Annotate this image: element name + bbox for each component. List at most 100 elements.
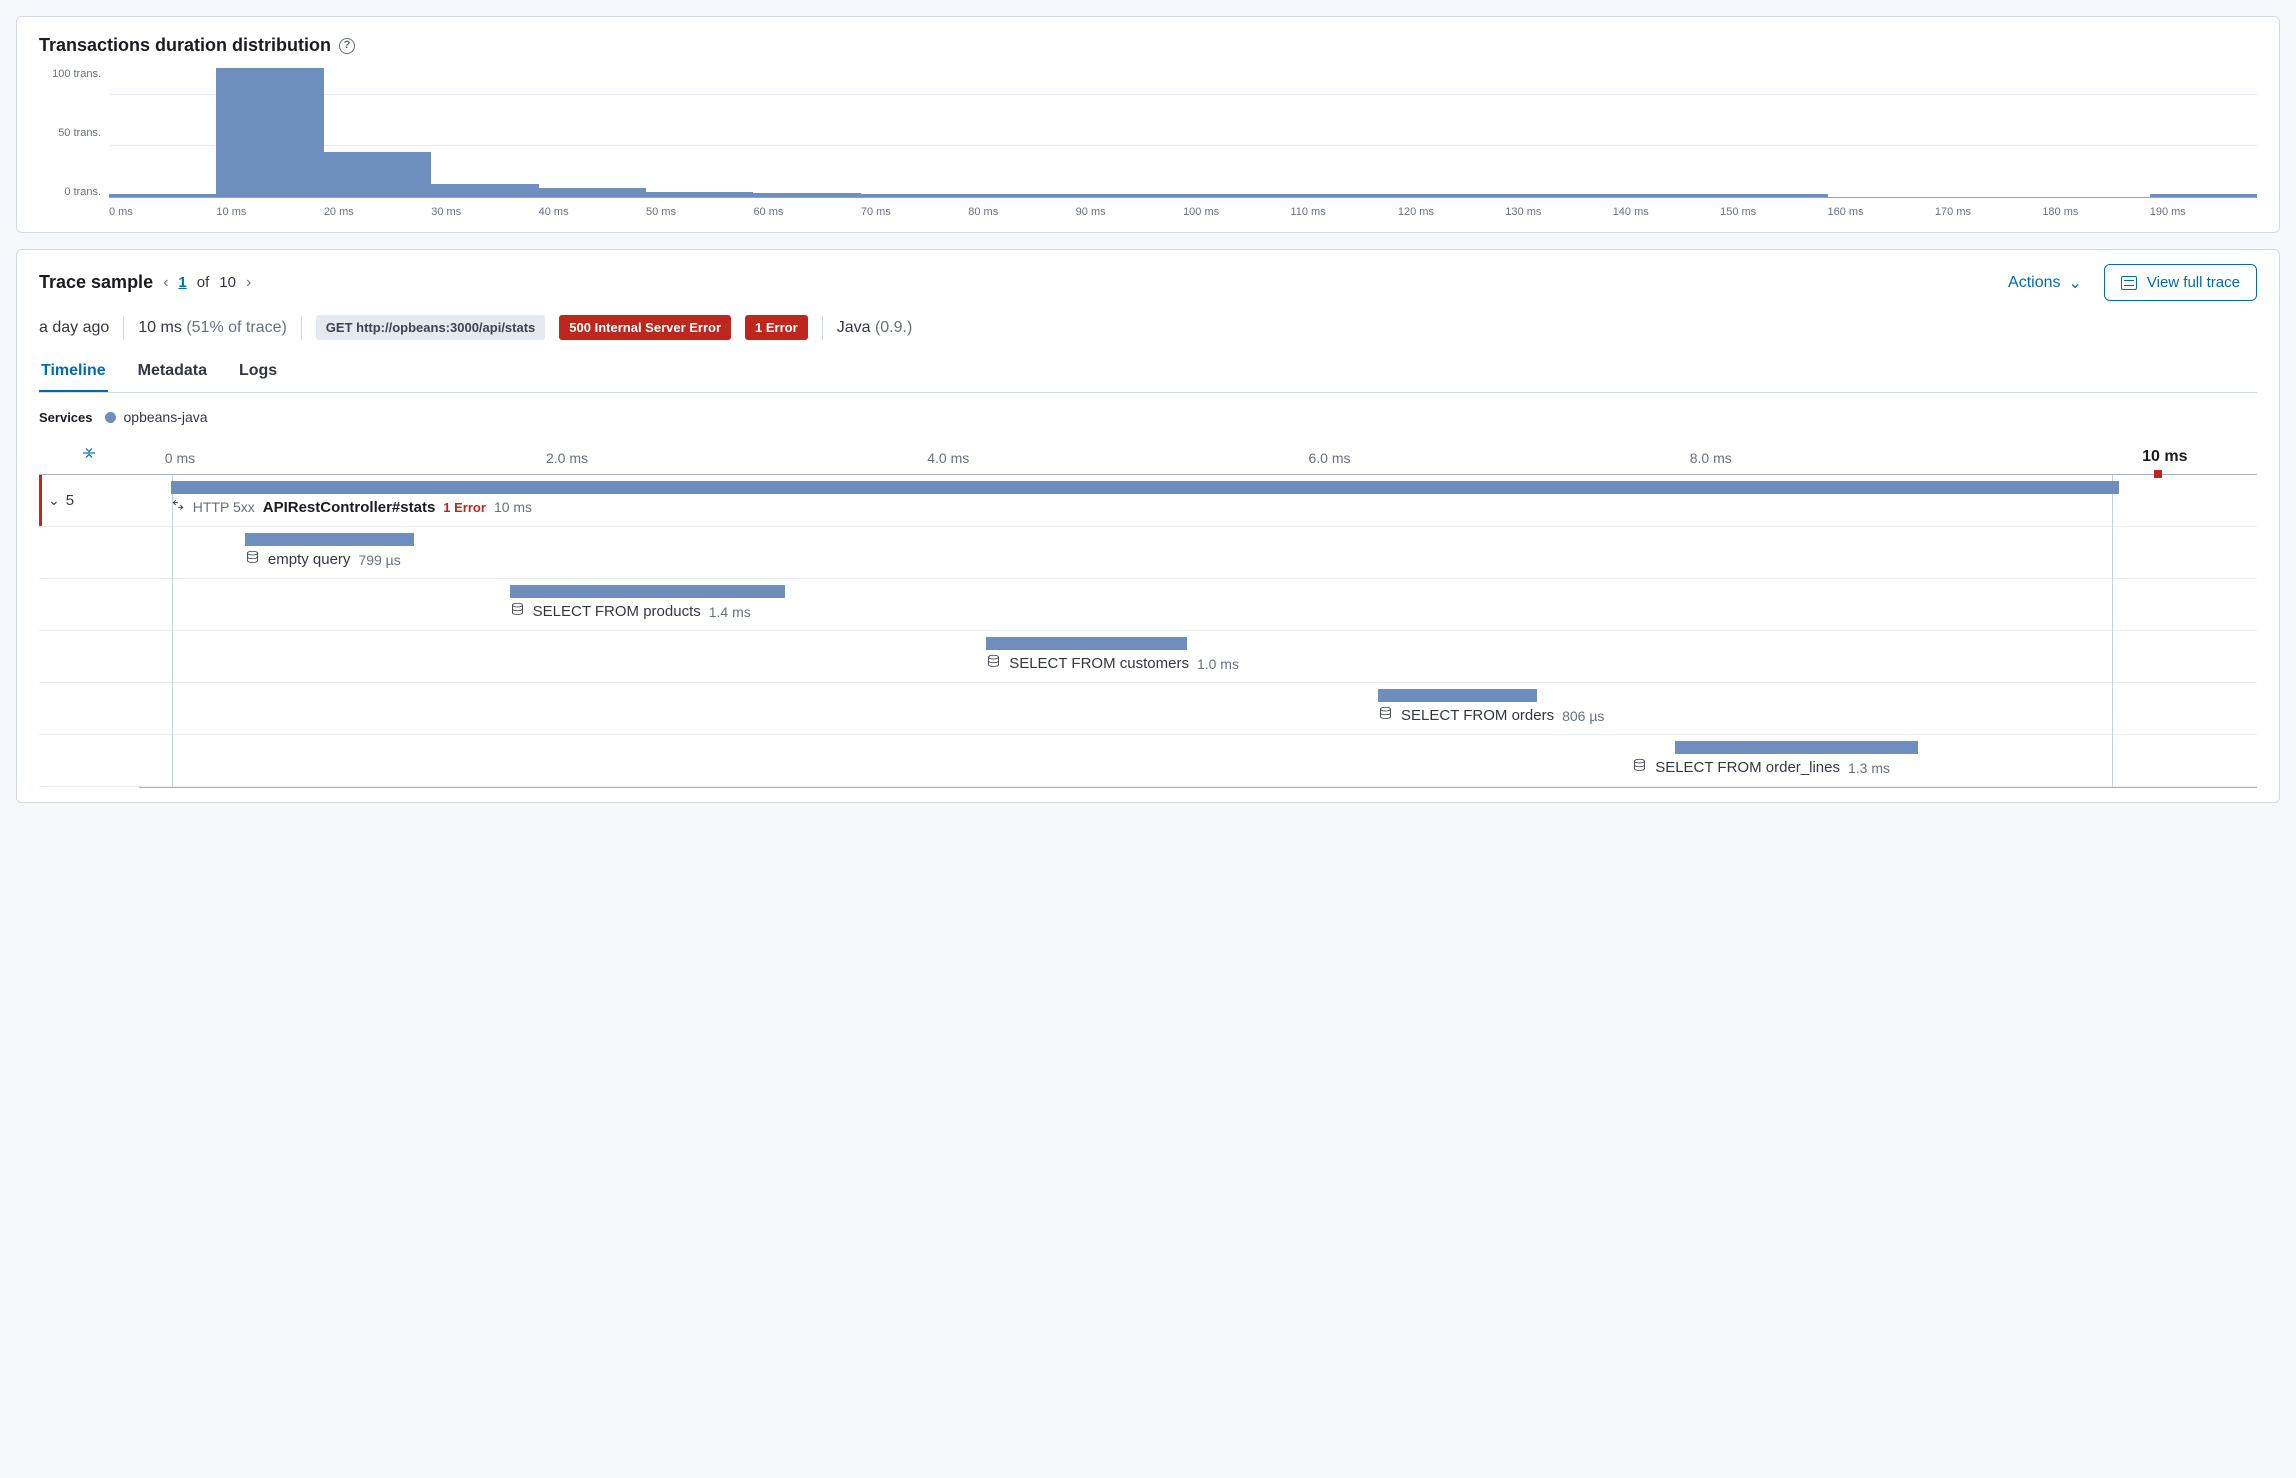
hist-bar-slot[interactable] xyxy=(753,68,860,197)
database-icon xyxy=(245,550,260,569)
view-full-trace-button[interactable]: View full trace xyxy=(2104,264,2257,301)
histogram-plot[interactable] xyxy=(109,68,2257,198)
span-gutter xyxy=(39,631,139,682)
span-bar xyxy=(986,637,1187,650)
actions-label: Actions xyxy=(2008,274,2060,292)
trace-sample-title: Trace sample xyxy=(39,272,153,293)
span-name: SELECT FROM order_lines xyxy=(1655,759,1840,776)
trace-duration-wrap: 10 ms (51% of trace) xyxy=(138,319,287,337)
collapse-all-icon xyxy=(80,444,98,465)
span-lane: SELECT FROM order_lines1.3 ms xyxy=(139,735,2257,786)
waterfall-total-tick: 10 ms xyxy=(2142,448,2187,466)
hist-bar xyxy=(646,192,753,197)
hist-bar-slot[interactable] xyxy=(109,68,216,197)
waterfall-root-row[interactable]: ⌄ 5 HTTP 5xx APIRestController#stats 1 E… xyxy=(39,475,2257,527)
hist-bar-slot[interactable] xyxy=(1183,68,1290,197)
waterfall-tick: 4.0 ms xyxy=(927,450,969,466)
span-gutter xyxy=(39,579,139,630)
hist-bar-slot[interactable] xyxy=(216,68,323,197)
waterfall-span-row[interactable]: empty query 799 µs xyxy=(39,527,2257,579)
service-color-dot xyxy=(105,412,116,423)
trace-duration: 10 ms xyxy=(138,319,182,336)
span-gutter xyxy=(39,527,139,578)
divider xyxy=(123,316,124,340)
database-icon xyxy=(1632,758,1647,777)
service-item[interactable]: opbeans-java xyxy=(105,409,208,425)
hist-x-tick: 180 ms xyxy=(2042,206,2149,218)
hist-bar xyxy=(1720,194,1827,197)
hist-x-tick: 140 ms xyxy=(1613,206,1720,218)
tab-logs[interactable]: Logs xyxy=(237,352,279,392)
trace-lang: Java xyxy=(837,319,871,336)
chevron-down-icon[interactable]: ⌄ xyxy=(48,492,60,509)
pager-current[interactable]: 1 xyxy=(178,274,186,291)
hist-bar-slot[interactable] xyxy=(1290,68,1397,197)
hist-bar-slot[interactable] xyxy=(324,68,431,197)
waterfall-tick: 6.0 ms xyxy=(1308,450,1350,466)
hist-bar-slot[interactable] xyxy=(2042,68,2149,197)
pager-next-icon[interactable]: › xyxy=(246,275,251,291)
transaction-icon xyxy=(171,498,185,516)
tab-metadata[interactable]: Metadata xyxy=(136,352,209,392)
span-label: SELECT FROM order_lines1.3 ms xyxy=(1632,758,2257,777)
hist-x-tick: 60 ms xyxy=(753,206,860,218)
trace-pct: (51% of trace) xyxy=(186,319,286,336)
hist-x-tick: 70 ms xyxy=(861,206,968,218)
span-label: empty query 799 µs xyxy=(245,550,2257,569)
hist-bar xyxy=(968,194,1075,197)
root-label: HTTP 5xx APIRestController#stats 1 Error… xyxy=(171,498,2257,516)
hist-bar xyxy=(1505,194,1612,197)
hist-bar xyxy=(1183,194,1290,197)
hist-bar-slot[interactable] xyxy=(431,68,538,197)
hist-bar xyxy=(861,194,968,197)
trace-lang-wrap: Java (0.9.) xyxy=(837,319,913,337)
hist-bar-slot[interactable] xyxy=(1720,68,1827,197)
actions-dropdown[interactable]: Actions ⌄ xyxy=(2008,273,2082,293)
hist-bar-slot[interactable] xyxy=(1505,68,1612,197)
waterfall-span-row[interactable]: SELECT FROM products1.4 ms xyxy=(39,579,2257,631)
hist-bar-slot[interactable] xyxy=(861,68,968,197)
services-label: Services xyxy=(39,410,93,425)
help-icon[interactable]: ? xyxy=(339,38,355,54)
trace-sample-header-left: Trace sample ‹ 1 of 10 › xyxy=(39,272,251,293)
hist-x-tick: 30 ms xyxy=(431,206,538,218)
hist-bar xyxy=(216,68,323,197)
span-name: empty query xyxy=(268,551,351,568)
hist-bar-slot[interactable] xyxy=(968,68,1075,197)
error-badge: 1 Error xyxy=(745,315,808,340)
histogram-title-row: Transactions duration distribution ? xyxy=(39,35,2257,56)
span-name: SELECT FROM orders xyxy=(1401,707,1554,724)
pager-prev-icon[interactable]: ‹ xyxy=(163,275,168,291)
hist-bar-slot[interactable] xyxy=(1828,68,1935,197)
waterfall-collapse-all[interactable] xyxy=(39,435,139,474)
hist-x-tick: 90 ms xyxy=(1076,206,1183,218)
hist-bar-slot[interactable] xyxy=(646,68,753,197)
waterfall-axis-lane: 10 ms 0 ms2.0 ms4.0 ms6.0 ms8.0 ms xyxy=(139,435,2257,474)
waterfall-span-row[interactable]: SELECT FROM customers1.0 ms xyxy=(39,631,2257,683)
database-icon xyxy=(510,602,525,621)
histogram-x-axis: 0 ms10 ms20 ms30 ms40 ms50 ms60 ms70 ms8… xyxy=(109,206,2257,218)
span-duration: 799 µs xyxy=(358,552,400,568)
hist-bar-slot[interactable] xyxy=(1398,68,1505,197)
waterfall-tick: 0 ms xyxy=(165,450,195,466)
hist-bar-slot[interactable] xyxy=(1935,68,2042,197)
span-bar xyxy=(1378,689,1537,702)
span-gutter xyxy=(39,735,139,786)
hist-bar-slot[interactable] xyxy=(2150,68,2257,197)
hist-bar xyxy=(2150,194,2257,197)
span-gutter xyxy=(39,683,139,734)
span-label: SELECT FROM orders806 µs xyxy=(1378,706,2257,725)
hist-x-tick: 120 ms xyxy=(1398,206,1505,218)
waterfall-span-row[interactable]: SELECT FROM orders806 µs xyxy=(39,683,2257,735)
hist-bar xyxy=(753,193,860,197)
hist-bar xyxy=(1613,194,1720,197)
hist-bar-slot[interactable] xyxy=(1613,68,1720,197)
span-bar xyxy=(510,585,785,598)
waterfall-span-row[interactable]: SELECT FROM order_lines1.3 ms xyxy=(39,735,2257,787)
hist-x-tick: 0 ms xyxy=(109,206,216,218)
hist-bar-slot[interactable] xyxy=(539,68,646,197)
hist-bar-slot[interactable] xyxy=(1076,68,1183,197)
trace-sample-header: Trace sample ‹ 1 of 10 › Actions ⌄ View … xyxy=(39,264,2257,301)
hist-bar xyxy=(324,152,431,197)
tab-timeline[interactable]: Timeline xyxy=(39,352,108,392)
